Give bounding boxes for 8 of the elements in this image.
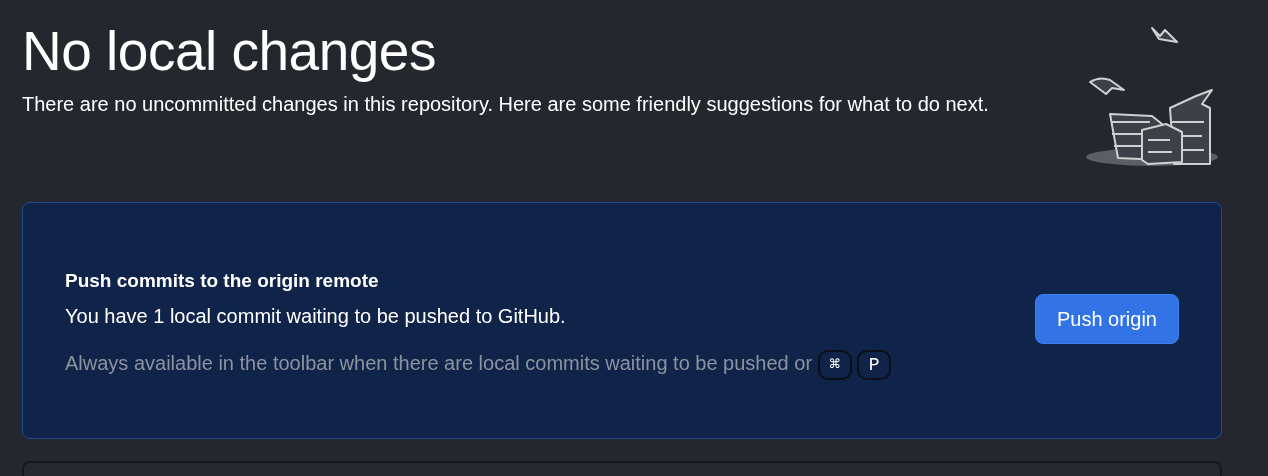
card-title: Push commits to the origin remote xyxy=(65,269,380,293)
description-text: There are no uncommitted changes in this repository. Here are some friendly suggestions for what to do next. xyxy=(22,92,990,117)
card-text: You have 1 local commit waiting to be pushed to GitHub. xyxy=(65,304,567,329)
push-origin-button[interactable]: Push origin xyxy=(1034,293,1179,344)
page-heading: No local changes xyxy=(22,19,437,84)
keyboard-key: P xyxy=(857,349,892,380)
keyboard-key: ⌘ xyxy=(817,349,852,380)
hint-text: Always available in the toolbar when there are local commits waiting to be pushed or xyxy=(65,352,813,374)
